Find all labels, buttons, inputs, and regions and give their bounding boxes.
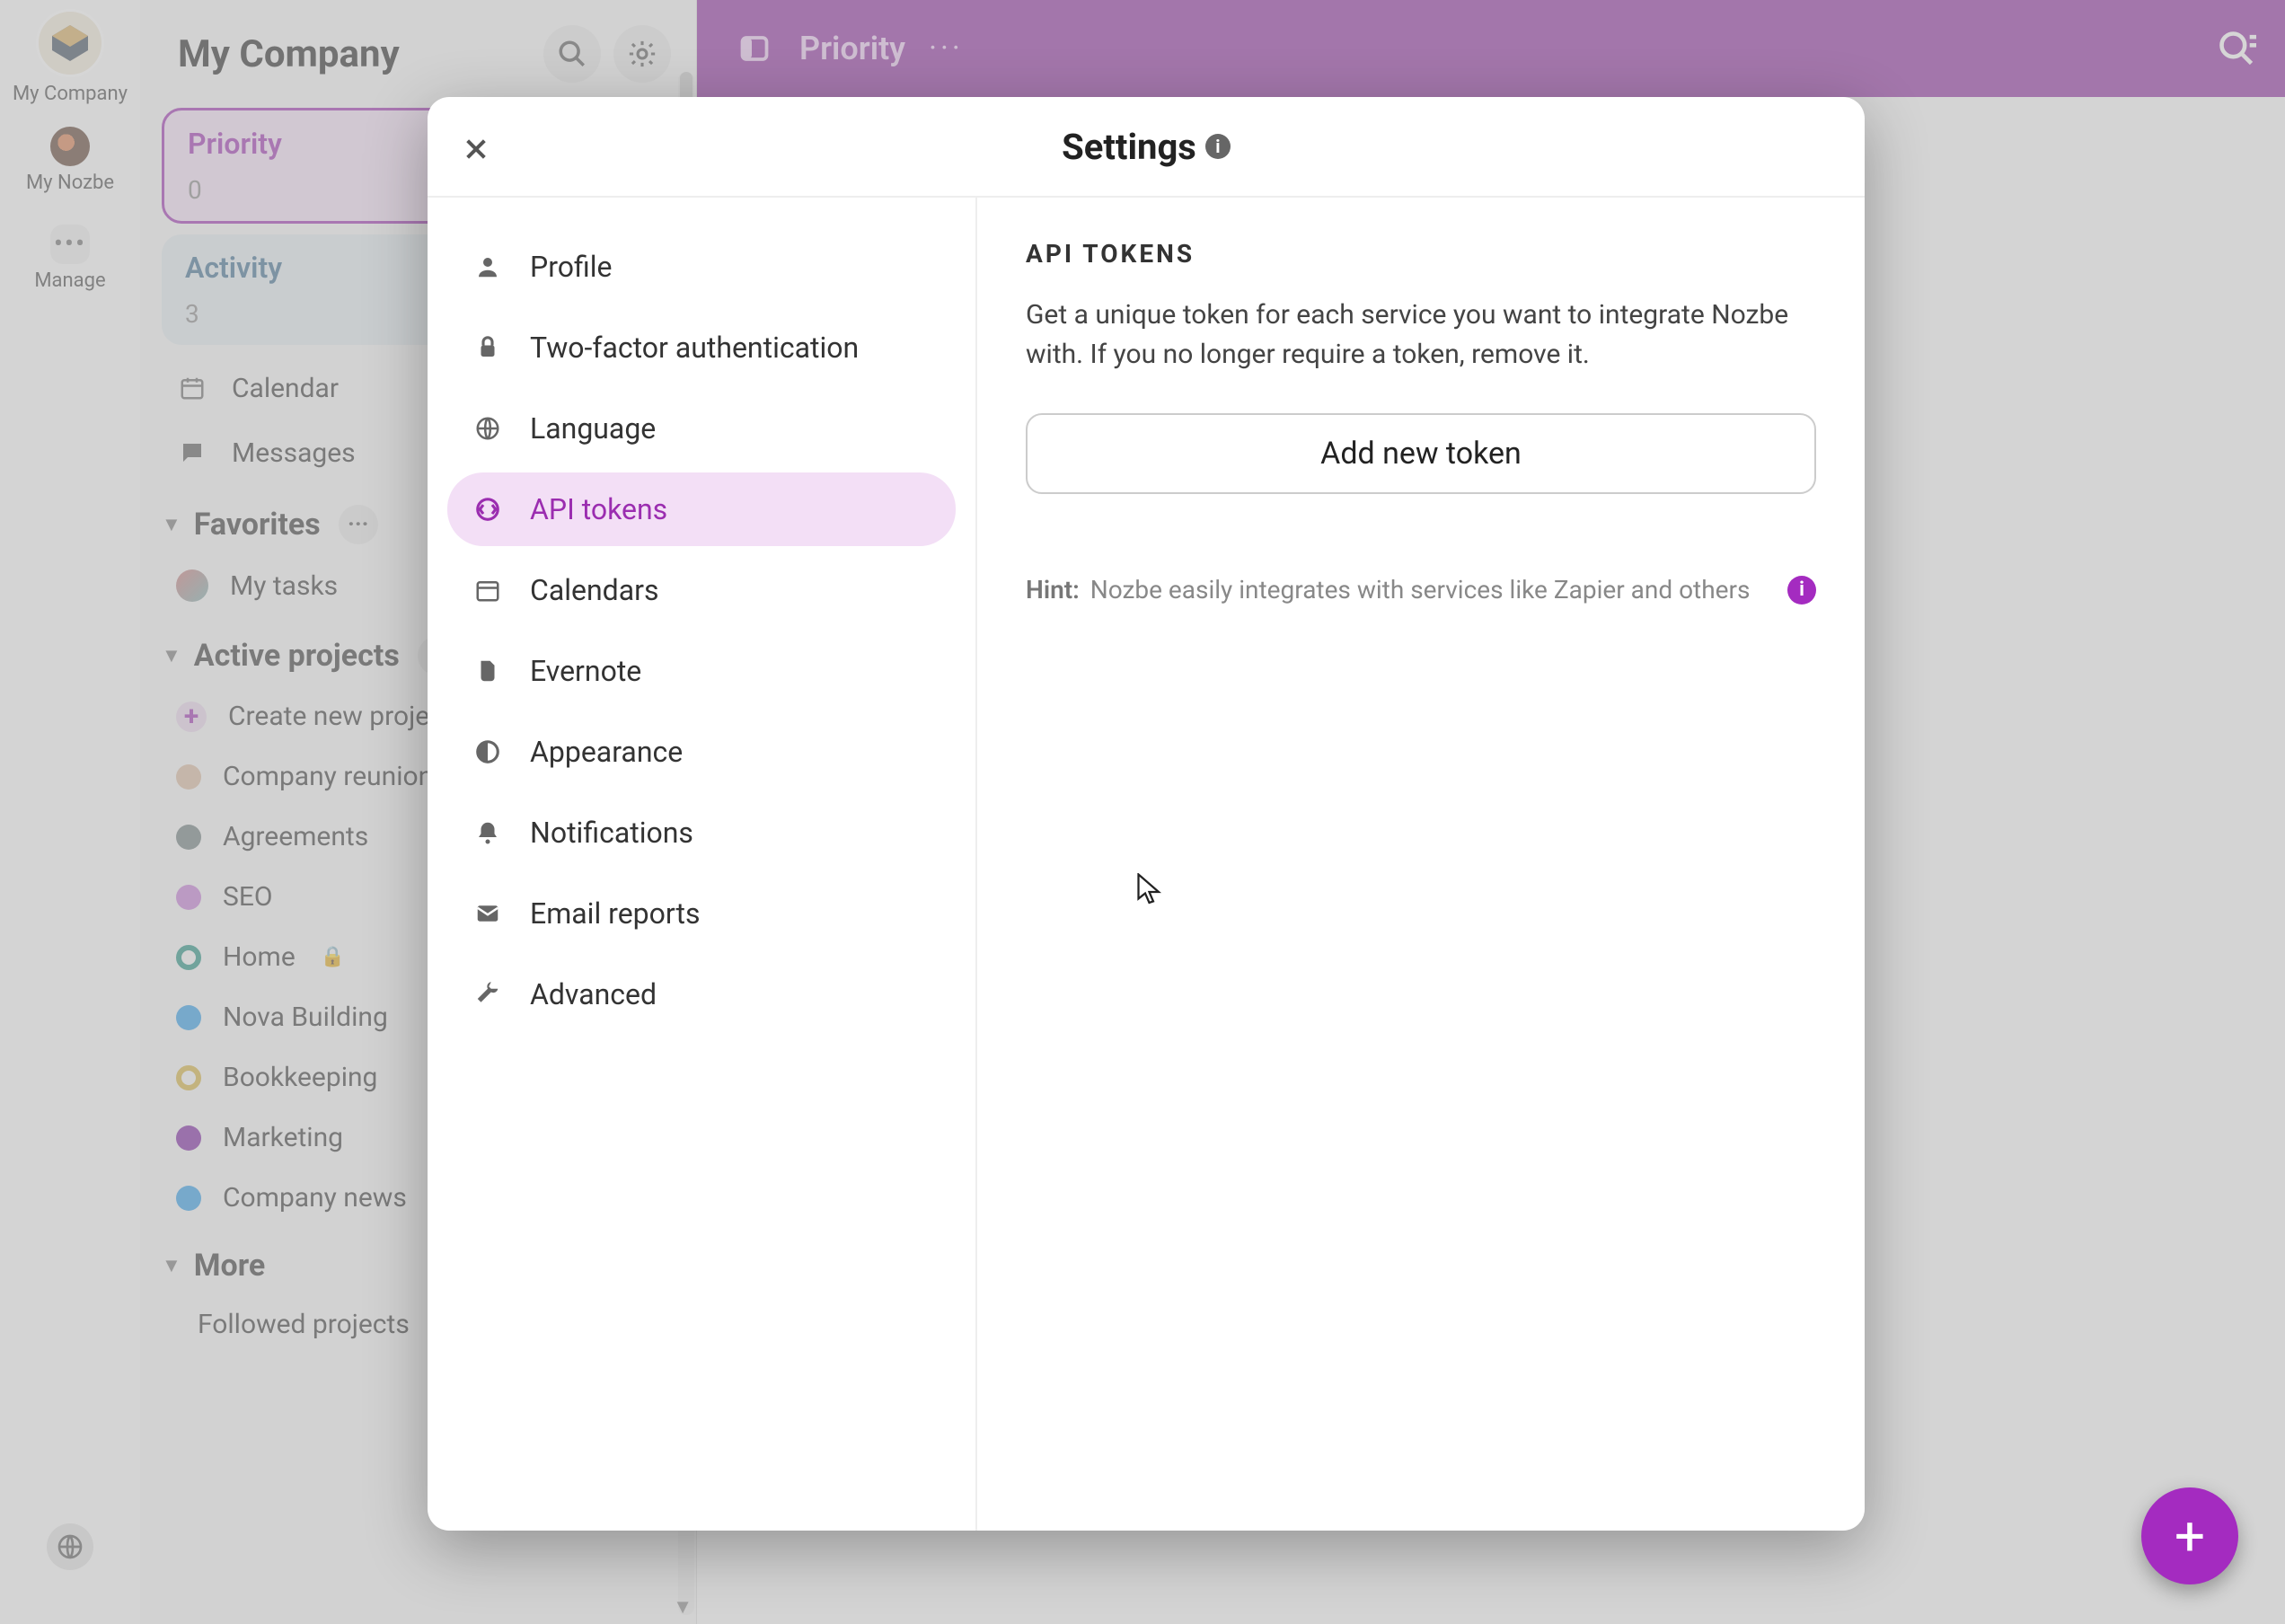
settings-nav-calendars[interactable]: Calendars: [447, 553, 956, 627]
advanced-icon: [472, 979, 503, 1010]
api-tokens-desc: Get a unique token for each service you …: [1026, 296, 1816, 374]
settings-content: API TOKENS Get a unique token for each s…: [977, 198, 1865, 1531]
modal-title: Settings: [1062, 126, 1196, 168]
nav-label: Evernote: [530, 654, 641, 688]
modal-header: Settings i: [428, 97, 1865, 198]
settings-nav-notifications[interactable]: Notifications: [447, 796, 956, 869]
hint-row: Hint: Nozbe easily integrates with servi…: [1026, 575, 1816, 605]
hint-text: Nozbe easily integrates with services li…: [1090, 575, 1777, 605]
appearance-icon: [472, 737, 503, 767]
profile-icon: [472, 252, 503, 282]
settings-modal: Settings i Profile Two-factor authenticat…: [428, 97, 1865, 1531]
nav-label: Profile: [530, 250, 612, 284]
settings-nav: Profile Two-factor authentication Language…: [428, 198, 977, 1531]
notifications-icon: [472, 817, 503, 848]
language-icon: [472, 413, 503, 444]
twofa-icon: [472, 332, 503, 363]
settings-nav-evernote[interactable]: Evernote: [447, 634, 956, 708]
settings-nav-twofa[interactable]: Two-factor authentication: [447, 311, 956, 384]
api-tokens-heading: API TOKENS: [1026, 239, 1816, 269]
settings-nav-appearance[interactable]: Appearance: [447, 715, 956, 789]
modal-body: Profile Two-factor authentication Language…: [428, 198, 1865, 1531]
settings-nav-email[interactable]: Email reports: [447, 877, 956, 950]
add-new-token-button[interactable]: Add new token: [1026, 413, 1816, 494]
settings-nav-advanced[interactable]: Advanced: [447, 958, 956, 1031]
nav-label: Email reports: [530, 896, 701, 931]
close-button[interactable]: [454, 128, 498, 171]
hint-info-icon[interactable]: i: [1787, 576, 1816, 605]
settings-nav-api[interactable]: API tokens: [447, 472, 956, 546]
evernote-icon: [472, 656, 503, 686]
settings-nav-profile[interactable]: Profile: [447, 230, 956, 304]
add-fab-button[interactable]: +: [2141, 1487, 2238, 1584]
nav-label: Appearance: [530, 735, 683, 769]
nav-label: Two-factor authentication: [530, 331, 859, 365]
settings-nav-language[interactable]: Language: [447, 392, 956, 465]
nav-label: Advanced: [530, 977, 657, 1011]
nav-label: API tokens: [530, 492, 667, 526]
api-icon: [472, 494, 503, 525]
nav-label: Notifications: [530, 816, 693, 850]
hint-label: Hint:: [1026, 575, 1080, 605]
calendars-icon: [472, 575, 503, 605]
nav-label: Language: [530, 411, 656, 446]
nav-label: Calendars: [530, 573, 658, 607]
email-icon: [472, 898, 503, 929]
info-icon[interactable]: i: [1205, 134, 1231, 159]
